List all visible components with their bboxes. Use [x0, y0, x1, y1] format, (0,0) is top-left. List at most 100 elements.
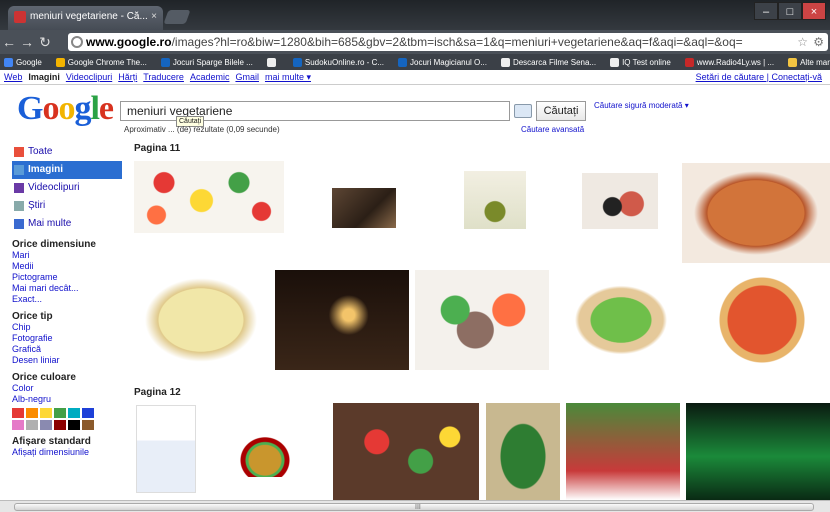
gbar-link-7[interactable]: mai multe ▾ [265, 72, 311, 82]
color-swatch[interactable] [82, 420, 94, 430]
keyboard-icon[interactable] [514, 104, 532, 118]
safesearch-dropdown[interactable]: Căutare sigură moderată ▾ [594, 101, 689, 110]
address-bar[interactable]: www.google.ro/images?hl=ro&biw=1280&bih=… [68, 33, 828, 51]
size-heading: Orice dimensiune [12, 239, 96, 250]
news-icon [14, 201, 24, 211]
color-heading: Orice culoare [12, 372, 76, 383]
color-filter-1[interactable]: Alb-negru [12, 394, 122, 405]
settings-signin-link[interactable]: Setări de căutare | Conectați-vă [696, 70, 822, 85]
type-filter-0[interactable]: Chip [12, 322, 122, 333]
browser-titlebar: meniuri vegetariene - Că... × – □ × [0, 0, 830, 30]
logo-letter: G [17, 90, 43, 127]
image-result-banquet-hall[interactable] [566, 403, 680, 500]
color-swatch[interactable] [54, 420, 66, 430]
gbar-link-6[interactable]: Gmail [235, 72, 259, 82]
size-filter-3[interactable]: Mai mari decât... [12, 283, 122, 294]
scrollbar-thumb[interactable]: III [14, 503, 814, 511]
new-tab-button[interactable] [163, 10, 191, 24]
size-filter-2[interactable]: Pictograme [12, 272, 122, 283]
color-filter-0[interactable]: Color [12, 383, 122, 394]
bookmark-item[interactable]: Google [0, 57, 42, 67]
bookmark-star-icon[interactable]: ☆ [797, 33, 808, 51]
bookmark-item[interactable]: Descarca Filme Sena... [497, 57, 596, 67]
image-result-christmas-tree[interactable] [486, 403, 560, 500]
image-result-pizza[interactable] [694, 270, 830, 370]
bookmark-icon [788, 57, 798, 67]
image-result-sushi[interactable] [582, 173, 658, 229]
color-swatch[interactable] [40, 420, 52, 430]
color-swatch[interactable] [26, 408, 38, 418]
browser-tab[interactable]: meniuri vegetariene - Că... × [8, 6, 163, 30]
gbar-link-0[interactable]: Web [4, 72, 22, 82]
color-swatch[interactable] [68, 408, 80, 418]
image-result-sandwich[interactable] [238, 435, 292, 477]
gbar-link-5[interactable]: Academic [190, 72, 230, 82]
image-result-salad-plate[interactable] [415, 270, 549, 370]
reload-icon[interactable]: ↻ [36, 34, 54, 51]
bookmark-item[interactable]: SudokuOnline.ro - C... [289, 57, 385, 67]
bookmark-icon [266, 57, 276, 67]
gbar-link-2[interactable]: Videoclipuri [66, 72, 112, 82]
color-swatch[interactable] [68, 420, 80, 430]
bookmark-item[interactable]: Alte marcaje [784, 57, 830, 67]
bookmark-icon [684, 57, 694, 67]
size-filter-0[interactable]: Mari [12, 250, 122, 261]
sidebar-item-0[interactable]: Toate [12, 143, 122, 161]
show-sizes-link[interactable]: Afișați dimensiunile [12, 447, 122, 458]
sidebar-item-label: Toate [28, 146, 53, 157]
size-filter-4[interactable]: Exact... [12, 294, 122, 305]
color-swatch[interactable] [12, 420, 24, 430]
more-icon [14, 219, 24, 229]
advanced-search-link[interactable]: Căutare avansată [521, 125, 584, 134]
minimize-button[interactable]: – [754, 2, 778, 20]
type-filter-2[interactable]: Grafică [12, 344, 122, 355]
close-tab-icon[interactable]: × [151, 6, 157, 28]
size-filter-1[interactable]: Medii [12, 261, 122, 272]
sidebar-item-label: Știri [28, 200, 46, 211]
color-swatch[interactable] [54, 408, 66, 418]
color-swatch[interactable] [12, 408, 24, 418]
maximize-button[interactable]: □ [778, 2, 802, 20]
bookmark-item[interactable]: IQ Test online [606, 57, 671, 67]
image-result-oil[interactable] [464, 171, 526, 229]
image-result-green-building[interactable] [686, 403, 830, 500]
horizontal-scrollbar[interactable]: III [0, 500, 830, 512]
back-icon[interactable]: ← [0, 34, 18, 50]
gbar-link-3[interactable]: Hărți [118, 72, 137, 82]
close-window-button[interactable]: × [802, 2, 826, 20]
bookmark-icon [4, 57, 13, 67]
sidebar-item-label: Videoclipuri [28, 182, 80, 193]
sidebar-item-2[interactable]: Videoclipuri [12, 179, 122, 197]
bookmark-icon [500, 57, 510, 67]
image-result-curry[interactable] [682, 163, 830, 263]
forward-icon[interactable]: → [18, 34, 36, 50]
image-result-skewers[interactable] [333, 403, 479, 500]
image-result-cake[interactable] [134, 270, 268, 370]
color-swatch[interactable] [82, 408, 94, 418]
image-result-restaurant[interactable] [332, 188, 396, 228]
image-result-book-cover[interactable] [136, 405, 196, 493]
wrench-icon[interactable]: ⚙ [813, 33, 824, 51]
bookmark-item[interactable]: www.Radio4Ly.ws | ... [681, 57, 774, 67]
color-swatch[interactable] [40, 408, 52, 418]
bookmark-label: SudokuOnline.ro - C... [304, 57, 385, 67]
color-swatch[interactable] [26, 420, 38, 430]
sidebar-item-3[interactable]: Știri [12, 197, 122, 215]
google-logo[interactable]: Google [17, 90, 114, 128]
type-filter-3[interactable]: Desen liniar [12, 355, 122, 366]
type-filter-1[interactable]: Fotografie [12, 333, 122, 344]
bookmark-item[interactable]: Jocuri Sparge Bilele ... [157, 57, 253, 67]
bookmark-item[interactable]: Google Chrome The... [52, 57, 147, 67]
bookmark-item[interactable] [263, 57, 279, 67]
bookmark-icon [610, 57, 620, 67]
sidebar-item-1[interactable]: Imagini [12, 161, 122, 179]
image-result-vegetables[interactable] [134, 161, 284, 233]
image-result-candles[interactable] [275, 270, 409, 370]
gbar-link-4[interactable]: Traducere [143, 72, 184, 82]
search-button[interactable]: Căutați [536, 101, 586, 121]
all-icon [14, 147, 24, 157]
sidebar-item-4[interactable]: Mai multe [12, 215, 122, 233]
image-result-stuffed-potato[interactable] [554, 270, 688, 370]
bookmark-item[interactable]: Jocuri Magicianul O... [394, 57, 487, 67]
gbar-link-1[interactable]: Imagini [28, 72, 60, 82]
